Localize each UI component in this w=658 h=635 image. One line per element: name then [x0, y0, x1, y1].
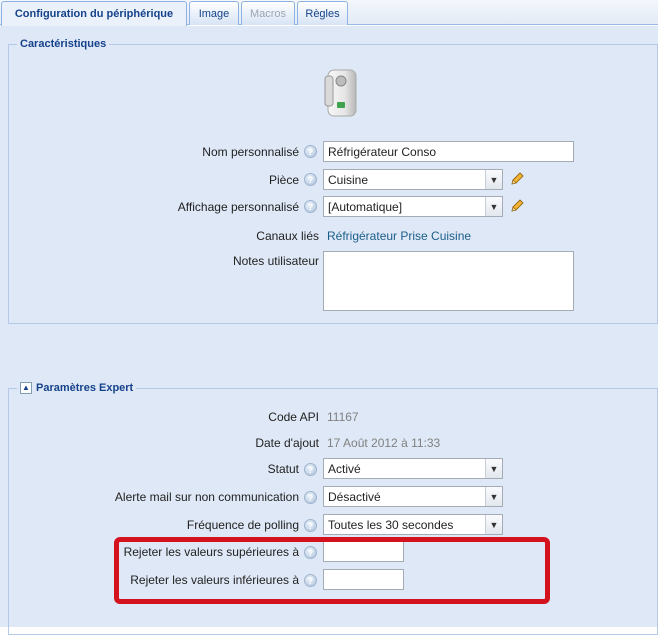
channels-label: Canaux liés: [256, 229, 319, 243]
chevron-down-icon[interactable]: ▼: [485, 197, 502, 216]
date-row: Date d'ajout 17 Août 2012 à 11:33: [0, 432, 658, 454]
chevron-down-icon[interactable]: ▼: [485, 487, 502, 506]
help-icon[interactable]: ?: [304, 491, 317, 504]
tab-configuration-label: Configuration du périphérique: [14, 8, 174, 20]
notes-row: Notes utilisateur: [0, 251, 658, 313]
pencil-icon[interactable]: [509, 198, 525, 214]
collapse-icon[interactable]: ▲: [20, 382, 32, 394]
alert-select-value: Désactivé: [328, 489, 381, 504]
expert-legend: ▲ Paramètres Expert: [17, 382, 136, 394]
help-icon[interactable]: ?: [304, 145, 317, 158]
status-select[interactable]: Activé ▼: [323, 458, 503, 479]
display-row: Affichage personnalisé ? [Automatique] ▼: [0, 196, 658, 218]
notes-textarea[interactable]: [323, 251, 574, 311]
display-select[interactable]: [Automatique] ▼: [323, 196, 503, 217]
tab-rules[interactable]: Règles: [297, 1, 348, 25]
api-label: Code API: [268, 410, 319, 424]
status-row: Statut ? Activé ▼: [0, 458, 658, 480]
api-value: 11167: [327, 410, 359, 424]
status-select-value: Activé: [328, 461, 361, 476]
pencil-icon[interactable]: [509, 171, 525, 187]
polling-select[interactable]: Toutes les 30 secondes ▼: [323, 514, 503, 535]
polling-row: Fréquence de polling ? Toutes les 30 sec…: [0, 514, 658, 536]
tab-image[interactable]: Image: [189, 1, 239, 25]
help-icon[interactable]: ?: [304, 173, 317, 186]
api-row: Code API 11167: [0, 406, 658, 428]
smart-plug-icon: [324, 69, 357, 117]
polling-label: Fréquence de polling: [186, 518, 299, 532]
name-input[interactable]: Réfrigérateur Conso: [323, 141, 574, 162]
chevron-down-icon[interactable]: ▼: [485, 515, 502, 534]
date-value: 17 Août 2012 à 11:33: [327, 436, 441, 450]
help-icon[interactable]: ?: [304, 200, 317, 213]
alert-row: Alerte mail sur non communication ? Désa…: [0, 486, 658, 508]
expert-title: Paramètres Expert: [36, 382, 134, 394]
status-label: Statut: [267, 462, 299, 476]
chevron-down-icon[interactable]: ▼: [485, 459, 502, 478]
room-row: Pièce ? Cuisine ▼: [0, 169, 658, 191]
characteristics-title: Caractéristiques: [20, 38, 107, 50]
alert-label: Alerte mail sur non communication: [114, 490, 299, 504]
tab-macros-label: Macros: [249, 7, 287, 20]
tab-image-label: Image: [198, 7, 230, 20]
chevron-down-icon[interactable]: ▼: [485, 170, 502, 189]
tab-bar: Configuration du périphérique Image Macr…: [0, 0, 658, 26]
name-row: Nom personnalisé ? Réfrigérateur Conso: [0, 141, 658, 163]
room-label: Pièce: [268, 173, 299, 187]
channels-link[interactable]: Réfrigérateur Prise Cuisine: [327, 229, 471, 243]
room-select-value: Cuisine: [328, 172, 369, 187]
channels-row: Canaux liés Réfrigérateur Prise Cuisine: [0, 225, 658, 247]
tab-macros: Macros: [241, 1, 295, 25]
name-label: Nom personnalisé: [202, 145, 299, 159]
display-select-value: [Automatique]: [328, 199, 403, 214]
tab-configuration[interactable]: Configuration du périphérique: [1, 1, 187, 26]
date-label: Date d'ajout: [255, 436, 319, 450]
highlight-box: [114, 537, 550, 604]
help-icon[interactable]: ?: [304, 519, 317, 532]
display-label: Affichage personnalisé: [177, 200, 299, 214]
polling-select-value: Toutes les 30 secondes: [328, 517, 454, 532]
alert-select[interactable]: Désactivé ▼: [323, 486, 503, 507]
room-select[interactable]: Cuisine ▼: [323, 169, 503, 190]
help-icon[interactable]: ?: [304, 463, 317, 476]
notes-label: Notes utilisateur: [232, 254, 319, 268]
tab-rules-label: Règles: [305, 7, 340, 20]
